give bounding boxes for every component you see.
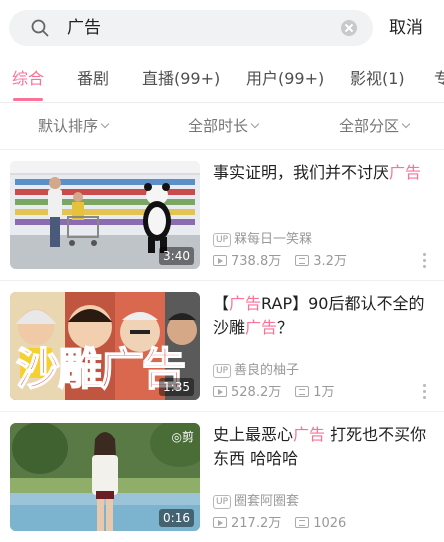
video-title[interactable]: 事实证明，我们并不讨厌广告 [213,161,433,185]
search-icon [31,19,49,37]
video-stats: 528.2万 1万 [213,384,335,402]
duration-filter[interactable]: 全部时长 [188,116,260,136]
video-thumbnail[interactable]: 沙雕广告 1:35 [10,292,200,400]
more-icon[interactable] [423,253,427,269]
danmaku-icon [295,517,310,528]
video-list-item[interactable]: ◎剪 0:16 史上最恶心广告 打死也不买你东西 哈哈哈 UP 圈套阿圈套 217… [0,423,444,542]
tab-film[interactable]: 影视(1) [350,68,405,90]
uploader-name: 槑每日一笑槑 [234,232,313,247]
play-count-icon [213,517,227,528]
uploader-name: 善良的柚子 [234,363,300,378]
title-keyword-highlight: 广告 [245,318,278,337]
title-keyword-highlight: 广告 [293,425,326,444]
title-text: ？ [277,318,294,337]
clear-icon[interactable] [341,20,357,36]
chevron-down-icon [100,119,110,129]
divider [0,411,444,412]
search-bar: 广告 取消 [0,0,444,58]
divider [0,149,444,150]
cancel-button[interactable]: 取消 [389,16,423,40]
uploader-row[interactable]: UP 善良的柚子 [213,362,299,380]
filter-bar: 默认排序 全部时长 全部分区 [0,103,444,149]
danmaku-count: 3.2万 [313,254,347,269]
duration-filter-label: 全部时长 [188,117,249,135]
danmaku-icon [295,255,310,266]
uploader-row[interactable]: UP 槑每日一笑槑 [213,231,312,249]
uploader-row[interactable]: UP 圈套阿圈套 [213,493,299,511]
more-icon[interactable] [423,384,427,400]
sort-filter-label: 默认排序 [38,117,99,135]
up-badge: UP [213,495,232,509]
video-duration: 3:40 [159,247,194,265]
video-duration: 0:16 [159,509,194,527]
title-keyword-highlight: 广告 [229,294,262,313]
video-thumbnail[interactable]: ◎剪 0:16 [10,423,200,531]
tab-column[interactable]: 专 [434,68,444,90]
tab-users[interactable]: 用户(99+) [246,68,324,90]
tab-anime[interactable]: 番剧 [77,68,109,90]
play-count-icon [213,386,227,397]
chevron-down-icon [401,119,411,129]
tab-bar: 综合 番剧 直播(99+) 用户(99+) 影视(1) 专 [0,58,444,102]
zone-filter-label: 全部分区 [339,117,400,135]
video-stats: 738.8万 3.2万 [213,253,347,271]
tab-active-indicator [13,98,43,101]
title-keyword-highlight: 广告 [389,163,422,182]
danmaku-icon [295,386,310,397]
search-input[interactable]: 广告 [67,17,101,39]
play-count-icon [213,255,227,266]
danmaku-count: 1万 [313,385,335,400]
video-list-item[interactable]: 沙雕广告 1:35 【广告RAP】90后都认不全的沙雕广告？ UP 善良的柚子 5… [0,292,444,422]
up-badge: UP [213,233,232,247]
video-title[interactable]: 史上最恶心广告 打死也不买你东西 哈哈哈 [213,423,433,471]
danmaku-count: 1026 [313,516,347,531]
video-thumbnail[interactable]: 3:40 [10,161,200,269]
sort-filter[interactable]: 默认排序 [38,116,110,136]
tab-live[interactable]: 直播(99+) [142,68,220,90]
title-text: 【 [213,294,230,313]
uploader-name: 圈套阿圈套 [234,494,300,509]
tab-all[interactable]: 综合 [12,68,44,90]
thumbnail-watermark: ◎剪 [171,430,194,444]
divider [0,280,444,281]
video-title[interactable]: 【广告RAP】90后都认不全的沙雕广告？ [213,292,433,340]
search-box[interactable]: 广告 [9,10,373,46]
view-count: 738.8万 [231,254,282,269]
title-text: 事实证明，我们并不讨厌 [213,163,390,182]
title-text: 史上最恶心 [213,425,294,444]
chevron-down-icon [250,119,260,129]
video-stats: 217.2万 1026 [213,515,346,533]
view-count: 528.2万 [231,385,282,400]
up-badge: UP [213,364,232,378]
video-duration: 1:35 [159,378,194,396]
video-list-item[interactable]: 3:40 事实证明，我们并不讨厌广告 UP 槑每日一笑槑 738.8万 3.2万 [0,161,444,291]
zone-filter[interactable]: 全部分区 [339,116,411,136]
view-count: 217.2万 [231,516,282,531]
